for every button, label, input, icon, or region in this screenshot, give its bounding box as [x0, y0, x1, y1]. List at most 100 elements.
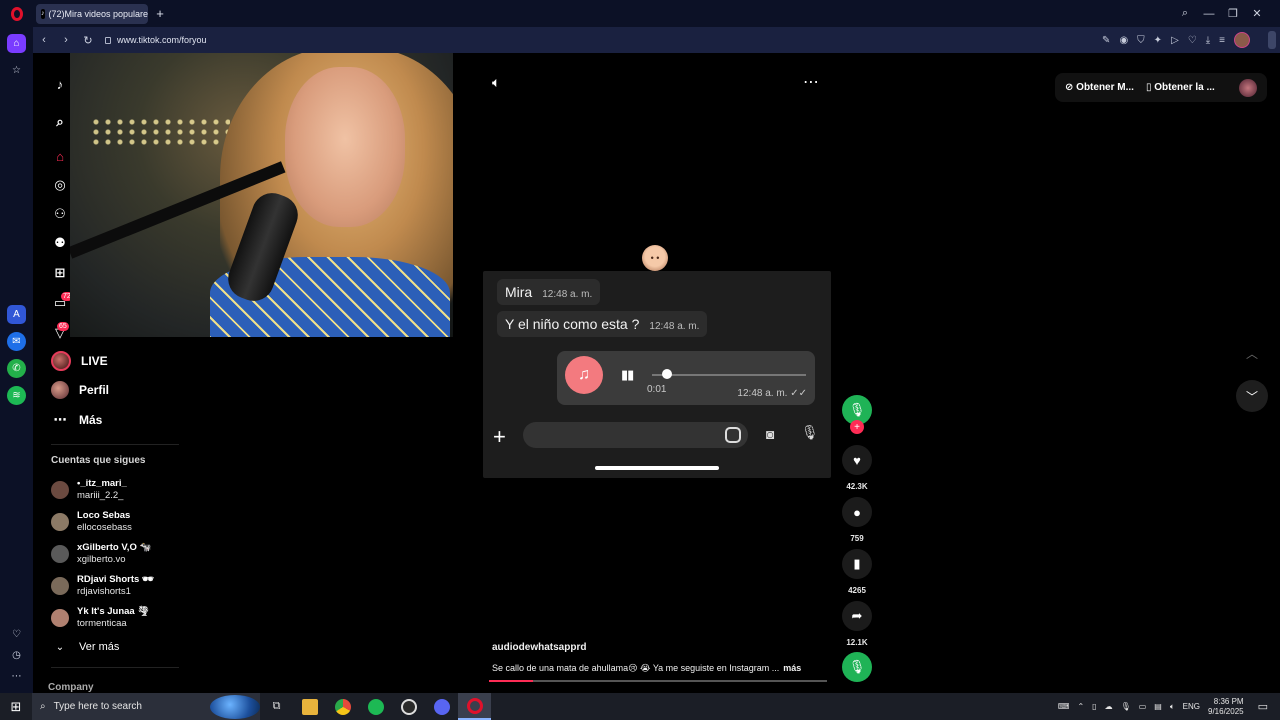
search-button[interactable]: ⌕	[51, 113, 69, 131]
next-video-button[interactable]: ﹀	[1236, 380, 1268, 412]
divider	[51, 667, 179, 668]
following-account[interactable]: Yk It's Junaa 🌪 tormenticaa	[51, 606, 149, 630]
nav-explore[interactable]: ◎	[51, 176, 69, 194]
caption-desc-row: Se callo de una mata de ahullama😢 😭 Ya m…	[492, 663, 801, 674]
volume-icon[interactable]: 🔈︎	[492, 74, 500, 91]
file-explorer-button[interactable]	[293, 693, 326, 720]
spotify-icon[interactable]: ≋	[7, 386, 26, 405]
following-account[interactable]: RDjavi Shorts 🕶 rdjavishorts1	[51, 574, 154, 598]
messenger-icon[interactable]: ✉	[7, 332, 26, 351]
chrome-button[interactable]	[326, 693, 359, 720]
heart-icon: ♥	[842, 445, 872, 475]
get-app-button[interactable]: ▯ Obtener la ...	[1146, 82, 1215, 93]
play-icon[interactable]: ▷	[1171, 35, 1179, 46]
caption-text: Se callo de una mata de ahullama😢 😭 Ya m…	[492, 663, 780, 673]
profile-avatar[interactable]	[1234, 32, 1250, 48]
more-icon[interactable]: ⋯	[7, 667, 26, 686]
following-account[interactable]: xGilberto V,O 🐄 xgilberto.vo	[51, 542, 151, 566]
taskbar-search[interactable]: ⌕ Type here to search	[32, 693, 260, 720]
star-icon[interactable]: ☆	[7, 61, 26, 80]
download-icon[interactable]: ⤓	[1206, 35, 1210, 46]
lock-icon	[105, 36, 111, 44]
see-more-button[interactable]: ⌄ Ver más	[51, 638, 120, 656]
voice-note-elapsed: 0:01	[647, 384, 667, 395]
url-field[interactable]: www.tiktok.com/foryou	[105, 35, 207, 45]
shield-icon[interactable]: ⛉	[1137, 35, 1145, 46]
pencil-icon[interactable]: ✎	[1102, 35, 1110, 46]
comment-button[interactable]: ● 759	[841, 497, 873, 543]
video-player[interactable]: Mira 12:48 a. m. Y el niño como esta ? 1…	[483, 271, 831, 478]
nav-more-label: Más	[79, 413, 103, 427]
phone-icon[interactable]: ▯	[1092, 702, 1096, 711]
steam-button[interactable]	[392, 693, 425, 720]
network-icon[interactable]: ▤	[1154, 702, 1162, 711]
history-icon[interactable]: ◷	[7, 646, 26, 665]
nav-for-you[interactable]: ⌂	[51, 147, 69, 165]
more-options-icon[interactable]: ⋯	[803, 72, 819, 92]
opera-button[interactable]	[458, 693, 491, 720]
like-button[interactable]: ♥ 42.3K	[841, 445, 873, 491]
back-icon[interactable]: ‹	[33, 34, 55, 46]
reload-icon[interactable]: ↻	[77, 34, 99, 47]
whatsapp-icon[interactable]: ✆	[7, 359, 26, 378]
spotify-button[interactable]	[359, 693, 392, 720]
upload-icon: ⊞	[54, 265, 66, 280]
language-indicator[interactable]: ENG	[1183, 702, 1200, 711]
previous-video-button[interactable]: ︿	[1236, 337, 1268, 369]
clock-date: 9/16/2025	[1208, 706, 1244, 716]
discord-icon	[433, 698, 450, 715]
company-link[interactable]: Company	[48, 682, 94, 693]
author-avatar[interactable]: 🎙︎ +	[841, 395, 873, 434]
aria-icon[interactable]: A	[7, 305, 26, 324]
friends-icon: ⚉	[54, 235, 66, 250]
tiktok-logo[interactable]: ♪	[51, 75, 69, 93]
user-avatar[interactable]	[1239, 78, 1257, 97]
video-progress[interactable]	[489, 680, 827, 682]
forward-icon[interactable]: ›	[55, 34, 77, 46]
minimize-button[interactable]: —	[1202, 8, 1216, 20]
caption-more-button[interactable]: más	[783, 663, 801, 673]
new-tab-button[interactable]: +	[152, 6, 168, 22]
task-view-button[interactable]: ⧉	[260, 693, 293, 720]
following-account[interactable]: Loco Sebas ellocosebass	[51, 510, 132, 534]
nav-live[interactable]: LIVE	[51, 351, 108, 371]
chevron-up-icon[interactable]: ⌃	[1077, 702, 1084, 711]
camera-icon[interactable]: ◉	[1119, 35, 1128, 46]
following-account[interactable]: •_itz_mari_ mariii_2.2_	[51, 478, 127, 502]
pip-video-overlay[interactable]	[70, 53, 453, 337]
sidebar-scroll-handle[interactable]	[1268, 31, 1276, 49]
share-button[interactable]: ➦ 12.1K	[841, 601, 873, 647]
discord-button[interactable]	[425, 693, 458, 720]
mic-icon[interactable]: 🎙︎	[1121, 702, 1131, 711]
cloud-icon[interactable]: ☁	[1105, 702, 1113, 711]
extensions-icon[interactable]: ✦	[1154, 35, 1162, 46]
notification-icon[interactable]: ▭	[1258, 700, 1268, 713]
save-button[interactable]: ▮ 4265	[841, 549, 873, 595]
nav-upload[interactable]: ⊞	[51, 264, 69, 282]
browser-tab[interactable]: ♪ (72)Mira videos populares	[36, 3, 148, 24]
home-icon[interactable]: ⌂	[7, 34, 26, 53]
heart-icon[interactable]: ♡	[7, 625, 26, 644]
get-coins-button[interactable]: ⊘ Obtener M...	[1065, 82, 1134, 93]
opera-logo[interactable]	[0, 0, 33, 27]
clock[interactable]: 8:36 PM 9/16/2025	[1208, 697, 1244, 717]
battery-icon[interactable]: ▭	[1139, 702, 1147, 711]
video-caption: audiodewhatsapprd Se callo de una mata d…	[492, 642, 801, 674]
heart-icon[interactable]: ♡	[1188, 35, 1197, 46]
follow-plus-icon[interactable]: +	[850, 420, 864, 434]
nav-profile[interactable]: Perfil	[51, 381, 109, 399]
menu-icon[interactable]: ≡	[1219, 35, 1225, 46]
search-tabs-icon[interactable]: ⌕	[1178, 7, 1192, 20]
nav-friends[interactable]: ⚉	[51, 234, 69, 252]
message-time: 12:48 a. m.	[542, 289, 593, 300]
share-icon: ➦	[842, 601, 872, 631]
nav-following[interactable]: ⚇	[51, 205, 69, 223]
keyboard-icon[interactable]: ⌨	[1058, 702, 1070, 711]
start-button[interactable]: ⊞	[0, 693, 32, 720]
sound-button[interactable]: 🎙︎	[841, 652, 873, 682]
restore-button[interactable]: ❐	[1226, 7, 1240, 20]
caption-user[interactable]: audiodewhatsapprd	[492, 642, 801, 653]
close-button[interactable]: ✕	[1250, 7, 1264, 20]
volume-icon[interactable]: 🔈︎	[1170, 702, 1175, 712]
nav-more[interactable]: ⋯ Más	[51, 411, 103, 429]
